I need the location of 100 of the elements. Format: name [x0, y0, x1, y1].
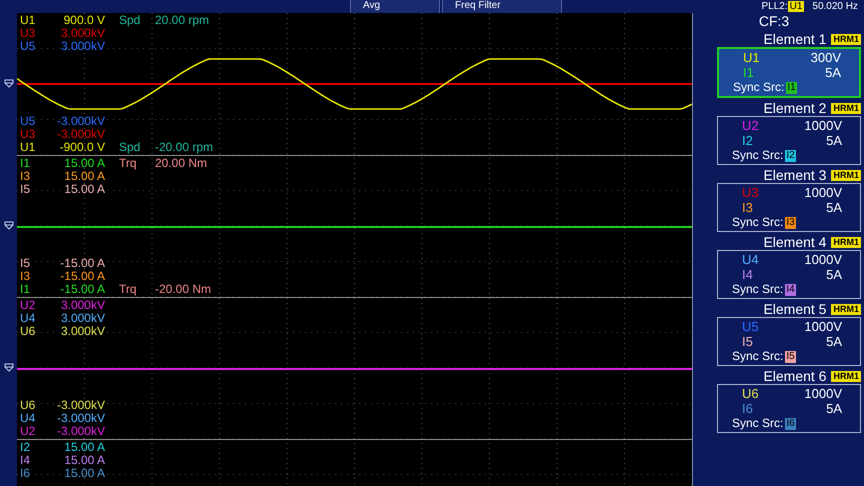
range-value: 5A: [826, 401, 842, 416]
scale-value: -900.0 V: [58, 141, 105, 154]
scale-value: 15.00 A: [63, 441, 105, 454]
scale-value: 3.000kV: [60, 299, 105, 312]
element-card[interactable]: U5 1000V I5 5A Sync Src: I5: [717, 317, 861, 366]
top-tab[interactable]: Avg: [350, 0, 440, 13]
range-value: 1000V: [804, 185, 842, 200]
scale-value: 900.0 V: [62, 14, 105, 27]
ground-marker-icon: [4, 220, 14, 230]
mode-badge: HRM1: [831, 170, 861, 181]
scale-value: 3.000kV: [60, 27, 105, 40]
pll-source-badge: U1: [788, 1, 804, 12]
channel-label: U2: [19, 299, 36, 312]
mode-badge: HRM1: [831, 304, 861, 315]
scale-value: 3.000kV: [60, 40, 105, 53]
channel-label: U6: [742, 386, 759, 401]
range-value: 300V: [810, 50, 841, 65]
ground-marker-icon: [4, 362, 14, 372]
channel-label: I5: [19, 183, 32, 196]
channel-label: U4: [742, 252, 759, 267]
channel-label: U5: [19, 115, 36, 128]
range-value: 5A: [826, 200, 842, 215]
scale-value: 15.00 A: [63, 170, 105, 183]
scale-value: 15.00 A: [63, 183, 105, 196]
channel-label: I6: [19, 467, 32, 480]
mode-badge: HRM1: [831, 237, 861, 248]
sync-source-badge: I6: [785, 418, 796, 430]
aux-label: Spd: [119, 14, 142, 27]
range-value: 5A: [825, 65, 841, 80]
channel-label: I1: [19, 283, 32, 296]
scale-value: -15.00 A: [59, 257, 105, 270]
channel-label: U4: [19, 312, 36, 325]
channel-label: I3: [742, 200, 753, 215]
channel-label: U2: [19, 425, 36, 438]
channel-label: U6: [19, 325, 36, 338]
element-card[interactable]: U1 300V I1 5A Sync Src: I1: [717, 47, 861, 98]
element-card[interactable]: U4 1000V I4 5A Sync Src: I4: [717, 250, 861, 299]
channel-label: U6: [19, 399, 36, 412]
scale-value: 15.00 A: [63, 157, 105, 170]
scale-value: 15.00 A: [63, 467, 105, 480]
channel-label: U5: [742, 319, 759, 334]
sync-source-badge: I3: [785, 216, 796, 228]
channel-label: I4: [742, 267, 753, 282]
range-value: 1000V: [804, 252, 842, 267]
sync-source-label: Sync Src:: [732, 215, 784, 230]
channel-label: I2: [19, 441, 32, 454]
sync-source-badge: I4: [785, 284, 796, 296]
element-title: Element 2: [763, 101, 826, 116]
element-title: Element 5: [763, 302, 826, 317]
element-card[interactable]: U6 1000V I6 5A Sync Src: I6: [717, 384, 861, 433]
scale-value: 3.000kV: [60, 325, 105, 338]
sync-source-badge: I5: [785, 350, 796, 362]
channel-label: I1: [19, 157, 32, 170]
element-title: Element 1: [763, 32, 826, 47]
aux-value: 20.00 Nm: [155, 157, 208, 170]
sync-source-label: Sync Src:: [733, 80, 784, 95]
element-title: Element 4: [763, 235, 826, 250]
range-value: 5A: [826, 267, 842, 282]
frequency-reading: 50.020 Hz: [812, 1, 858, 12]
top-tab[interactable]: Freq Filter: [442, 0, 562, 13]
scale-value: -3.000kV: [56, 128, 105, 141]
sync-source-badge: I2: [785, 150, 796, 162]
element-title: Element 6: [763, 369, 826, 384]
channel-label: I2: [742, 133, 753, 148]
scale-value: -3.000kV: [56, 115, 105, 128]
sync-source-label: Sync Src:: [732, 349, 784, 364]
channel-label: U3: [742, 185, 759, 200]
channel-label: U1: [743, 50, 760, 65]
aux-value: -20.00 rpm: [155, 141, 214, 154]
sync-source-label: Sync Src:: [732, 148, 784, 163]
scale-value: -3.000kV: [56, 412, 105, 425]
scale-value: -15.00 A: [59, 270, 105, 283]
channel-label: U4: [19, 412, 36, 425]
aux-label: Trq: [119, 157, 138, 170]
sync-source-label: Sync Src:: [732, 282, 784, 297]
channel-label: U1: [19, 14, 36, 27]
scale-value: -3.000kV: [56, 399, 105, 412]
aux-label: Trq: [119, 283, 138, 296]
channel-label: U1: [19, 141, 36, 154]
channel-label: U5: [19, 40, 36, 53]
channel-label: I3: [19, 170, 32, 183]
pll-label: PLL2:: [761, 1, 788, 12]
scale-value: 3.000kV: [60, 312, 105, 325]
element-card[interactable]: U3 1000V I3 5A Sync Src: I3: [717, 183, 861, 232]
mode-badge: HRM1: [831, 371, 861, 382]
range-value: 5A: [826, 334, 842, 349]
scale-value: -15.00 A: [59, 283, 105, 296]
mode-badge: HRM1: [831, 34, 861, 45]
scale-value: 15.00 A: [63, 454, 105, 467]
aux-label: Spd: [119, 141, 142, 154]
range-value: 1000V: [804, 319, 842, 334]
sync-source-badge: I1: [786, 82, 797, 94]
aux-value: 20.00 rpm: [155, 14, 210, 27]
element-card[interactable]: U2 1000V I2 5A Sync Src: I2: [717, 116, 861, 165]
scale-value: -3.000kV: [56, 425, 105, 438]
ground-marker-icon: [4, 78, 14, 88]
channel-label: I3: [19, 270, 32, 283]
range-value: 1000V: [804, 386, 842, 401]
channel-label: I4: [19, 454, 32, 467]
channel-label: I1: [743, 65, 754, 80]
